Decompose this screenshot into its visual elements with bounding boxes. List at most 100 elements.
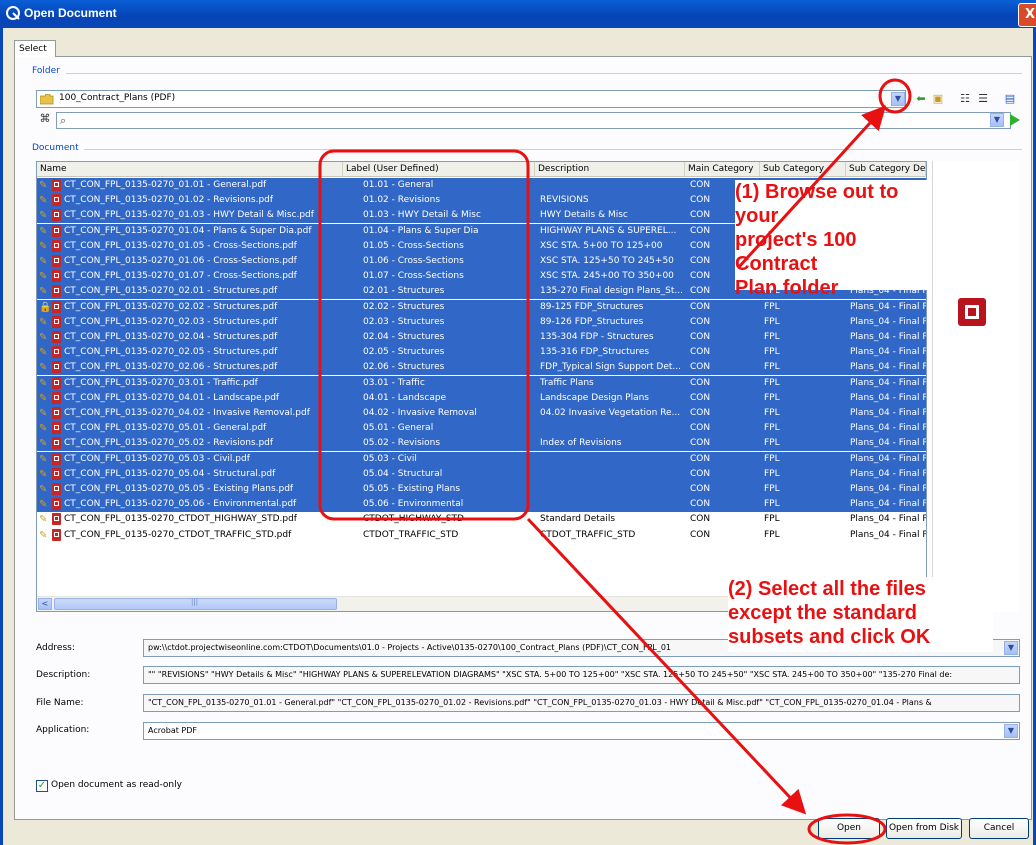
- pencil-icon: ✎: [39, 499, 48, 511]
- document-main: CON: [690, 438, 711, 449]
- table-row[interactable]: ✎ CT_CON_FPL_0135-0270_02.05 - Structures…: [37, 345, 926, 361]
- pdf-icon: [52, 346, 61, 359]
- document-description: XSC STA. 245+00 TO 350+00: [540, 271, 674, 282]
- document-label: 02.05 - Structures: [363, 347, 445, 358]
- open-from-disk-button[interactable]: Open from Disk: [886, 818, 962, 839]
- table-row[interactable]: ✎ CT_CON_FPL_0135-0270_02.03 - Structures…: [37, 314, 926, 330]
- application-dropdown-button[interactable]: ▼: [1004, 724, 1018, 738]
- column-header-main-category[interactable]: Main Category: [685, 162, 760, 177]
- pdf-icon: [52, 361, 61, 374]
- document-label: 02.03 - Structures: [363, 316, 445, 327]
- document-sub: FPL: [764, 408, 780, 418]
- document-sub: FPL: [764, 438, 780, 449]
- document-subdesc: Plans_04 - Final P: [850, 408, 926, 418]
- folder-path-combo[interactable]: 100_Contract_Plans (PDF): [36, 90, 906, 108]
- document-label: 01.03 - HWY Detail & Misc: [363, 210, 481, 221]
- table-row[interactable]: ✎ CT_CON_FPL_0135-0270_02.04 - Structures…: [37, 330, 926, 345]
- document-main: CON: [690, 529, 711, 540]
- column-header-sub-category-desc[interactable]: Sub Category De: [846, 162, 926, 177]
- table-row[interactable]: ✎ CT_CON_FPL_0135-0270_05.02 - Revisions.…: [37, 436, 926, 452]
- readonly-checkbox[interactable]: ✓: [36, 780, 48, 792]
- table-row[interactable]: ✎ CT_CON_FPL_0135-0270_05.01 - General.pd…: [37, 421, 926, 437]
- document-subdesc: Plans_04 - Final P: [850, 484, 926, 494]
- document-subdesc: Plans_04 - Final P: [850, 392, 926, 403]
- file-name-field[interactable]: "CT_CON_FPL_0135-0270_01.01 - General.pd…: [143, 694, 1020, 712]
- document-sub: FPL: [764, 392, 780, 403]
- column-header-description[interactable]: Description: [535, 162, 685, 177]
- table-row[interactable]: ✎ CT_CON_FPL_0135-0270_03.01 - Traffic.pd…: [37, 375, 926, 391]
- go-arrow-icon[interactable]: [1008, 113, 1022, 127]
- table-row[interactable]: ✎ CT_CON_FPL_0135-0270_05.03 - Civil.pdf 0…: [37, 451, 926, 467]
- application-label: Application:: [36, 725, 90, 735]
- list-view-icon[interactable]: ☷: [958, 92, 972, 106]
- table-row[interactable]: ✎ CT_CON_FPL_0135-0270_04.02 - Invasive R…: [37, 406, 926, 421]
- table-row[interactable]: ✎ CT_CON_FPL_0135-0270_05.04 - Structural…: [37, 466, 926, 482]
- column-header-label[interactable]: Label (User Defined): [343, 162, 535, 177]
- back-arrow-icon[interactable]: ⬅: [914, 92, 928, 106]
- document-main: CON: [690, 347, 711, 358]
- table-row[interactable]: ✎ CT_CON_FPL_0135-0270_05.06 - Environmen…: [37, 497, 926, 513]
- document-label: 01.06 - Cross-Sections: [363, 256, 464, 266]
- document-name: CT_CON_FPL_0135-0270_CTDOT_TRAFFIC_STD.p…: [64, 529, 292, 540]
- search-input[interactable]: ⌕: [56, 112, 1011, 129]
- address-dropdown-button[interactable]: ▼: [1004, 641, 1018, 655]
- pencil-icon: ✎: [39, 468, 48, 480]
- pdf-icon: [52, 528, 61, 541]
- table-row[interactable]: ✎ CT_CON_FPL_0135-0270_02.06 - Structures…: [37, 360, 926, 376]
- document-name: CT_CON_FPL_0135-0270_CTDOT_HIGHWAY_STD.p…: [64, 514, 297, 525]
- document-name: CT_CON_FPL_0135-0270_03.01 - Traffic.pdf: [64, 377, 258, 388]
- column-header-sub-category[interactable]: Sub Category: [760, 162, 846, 177]
- scroll-thumb[interactable]: |||: [54, 598, 337, 610]
- pdf-icon: [52, 391, 61, 404]
- table-row[interactable]: ✎ CT_CON_FPL_0135-0270_CTDOT_HIGHWAY_STD.…: [37, 512, 926, 527]
- table-row[interactable]: 🔒 CT_CON_FPL_0135-0270_02.02 - Structures…: [37, 299, 926, 315]
- pdf-icon: [52, 467, 61, 480]
- address-label: Address:: [36, 643, 75, 653]
- document-label: 02.01 - Structures: [363, 286, 445, 297]
- document-main: CON: [690, 392, 711, 403]
- pdf-icon: [52, 224, 61, 237]
- details-view-icon[interactable]: ☰: [976, 92, 990, 106]
- pencil-icon: ✎: [39, 210, 48, 222]
- description-field[interactable]: "" "REVISIONS" "HWY Details & Misc" "HIG…: [143, 666, 1020, 684]
- folder-up-icon[interactable]: ▣: [931, 92, 945, 106]
- document-name: CT_CON_FPL_0135-0270_04.01 - Landscape.p…: [64, 392, 280, 403]
- column-header-name[interactable]: Name: [37, 162, 343, 177]
- description-label: Description:: [36, 670, 91, 680]
- table-row[interactable]: ✎ CT_CON_FPL_0135-0270_CTDOT_TRAFFIC_STD.…: [37, 528, 926, 543]
- document-label: 02.06 - Structures: [363, 362, 445, 373]
- document-subdesc: Plans_04 - Final P: [850, 301, 926, 312]
- document-main: CON: [690, 408, 711, 418]
- document-label: 02.04 - Structures: [363, 332, 445, 342]
- scroll-left-button[interactable]: <: [38, 598, 52, 610]
- annotation-step2-line1: (2) Select all the files: [728, 578, 926, 600]
- open-button[interactable]: Open: [818, 818, 880, 839]
- pencil-icon: ✎: [39, 256, 48, 267]
- tab-select[interactable]: Select: [14, 40, 56, 57]
- document-subdesc: Plans_04 - Final P: [850, 377, 926, 388]
- application-select[interactable]: Acrobat PDF: [143, 722, 1020, 740]
- search-dropdown-button[interactable]: ▼: [990, 113, 1004, 127]
- pdf-icon: [52, 285, 61, 298]
- pencil-icon: ✎: [39, 453, 48, 465]
- document-name: CT_CON_FPL_0135-0270_02.01 - Structures.…: [64, 286, 278, 297]
- document-description: [540, 482, 683, 497]
- document-description: HIGHWAY PLANS & SUPEREL...: [540, 225, 677, 236]
- binoculars-icon[interactable]: ⌘: [38, 112, 52, 126]
- pencil-icon: ✎: [39, 514, 48, 526]
- table-row[interactable]: ✎ CT_CON_FPL_0135-0270_04.01 - Landscape.…: [37, 390, 926, 406]
- folder-dropdown-button[interactable]: ▼: [891, 92, 905, 106]
- document-name: CT_CON_FPL_0135-0270_01.01 - General.pdf: [64, 180, 267, 190]
- document-subdesc: Plans_04 - Final P: [850, 347, 926, 358]
- pencil-icon: ✎: [39, 195, 48, 207]
- preview-toggle-icon[interactable]: ▤: [1003, 92, 1017, 106]
- table-row[interactable]: ✎ CT_CON_FPL_0135-0270_05.05 - Existing P…: [37, 482, 926, 497]
- folder-group-label: Folder: [30, 66, 62, 76]
- cancel-button[interactable]: Cancel: [969, 818, 1029, 839]
- document-label: CTDOT_TRAFFIC_STD: [363, 529, 459, 540]
- pdf-icon: [52, 483, 61, 495]
- document-subdesc: Plans_04 - Final P: [850, 316, 926, 327]
- document-sub: FPL: [764, 377, 780, 388]
- close-button[interactable]: X: [1018, 3, 1036, 27]
- document-sub: FPL: [764, 423, 780, 434]
